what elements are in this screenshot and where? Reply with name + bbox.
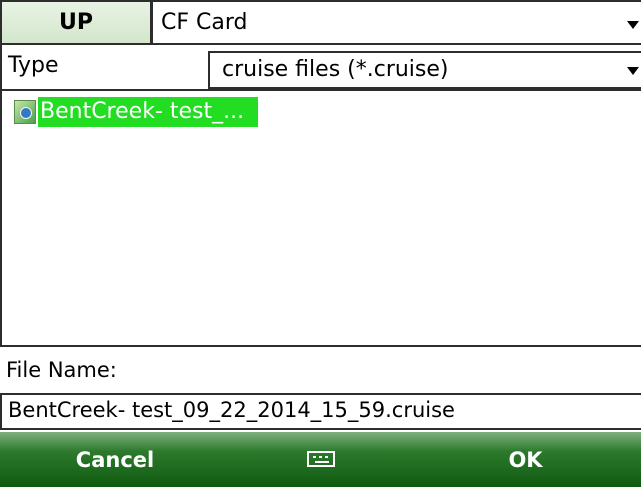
cancel-button[interactable]: Cancel [0,432,230,487]
dropdown-arrow-icon[interactable] [627,21,639,29]
cruise-file-icon [14,100,36,124]
dropdown-arrow-icon[interactable] [627,67,639,75]
up-button[interactable]: UP [0,0,152,45]
file-name-input[interactable]: BentCreek- test_09_22_2014_15_59.cruise [0,393,641,430]
keyboard-icon[interactable] [307,451,335,467]
list-item-label: BentCreek- test_... [38,97,259,127]
location-dropdown[interactable]: CF Card [151,0,641,45]
file-list[interactable]: BentCreek- test_... [0,89,641,347]
list-item[interactable]: BentCreek- test_... [14,97,259,127]
file-name-label: File Name: [6,358,117,382]
location-value: CF Card [161,10,248,35]
file-type-value: cruise files (*.cruise) [222,57,449,82]
type-label: Type [0,45,212,89]
ok-button[interactable]: OK [410,432,641,487]
softkey-bar: Cancel OK [0,432,641,487]
file-type-dropdown[interactable]: cruise files (*.cruise) [208,51,641,89]
